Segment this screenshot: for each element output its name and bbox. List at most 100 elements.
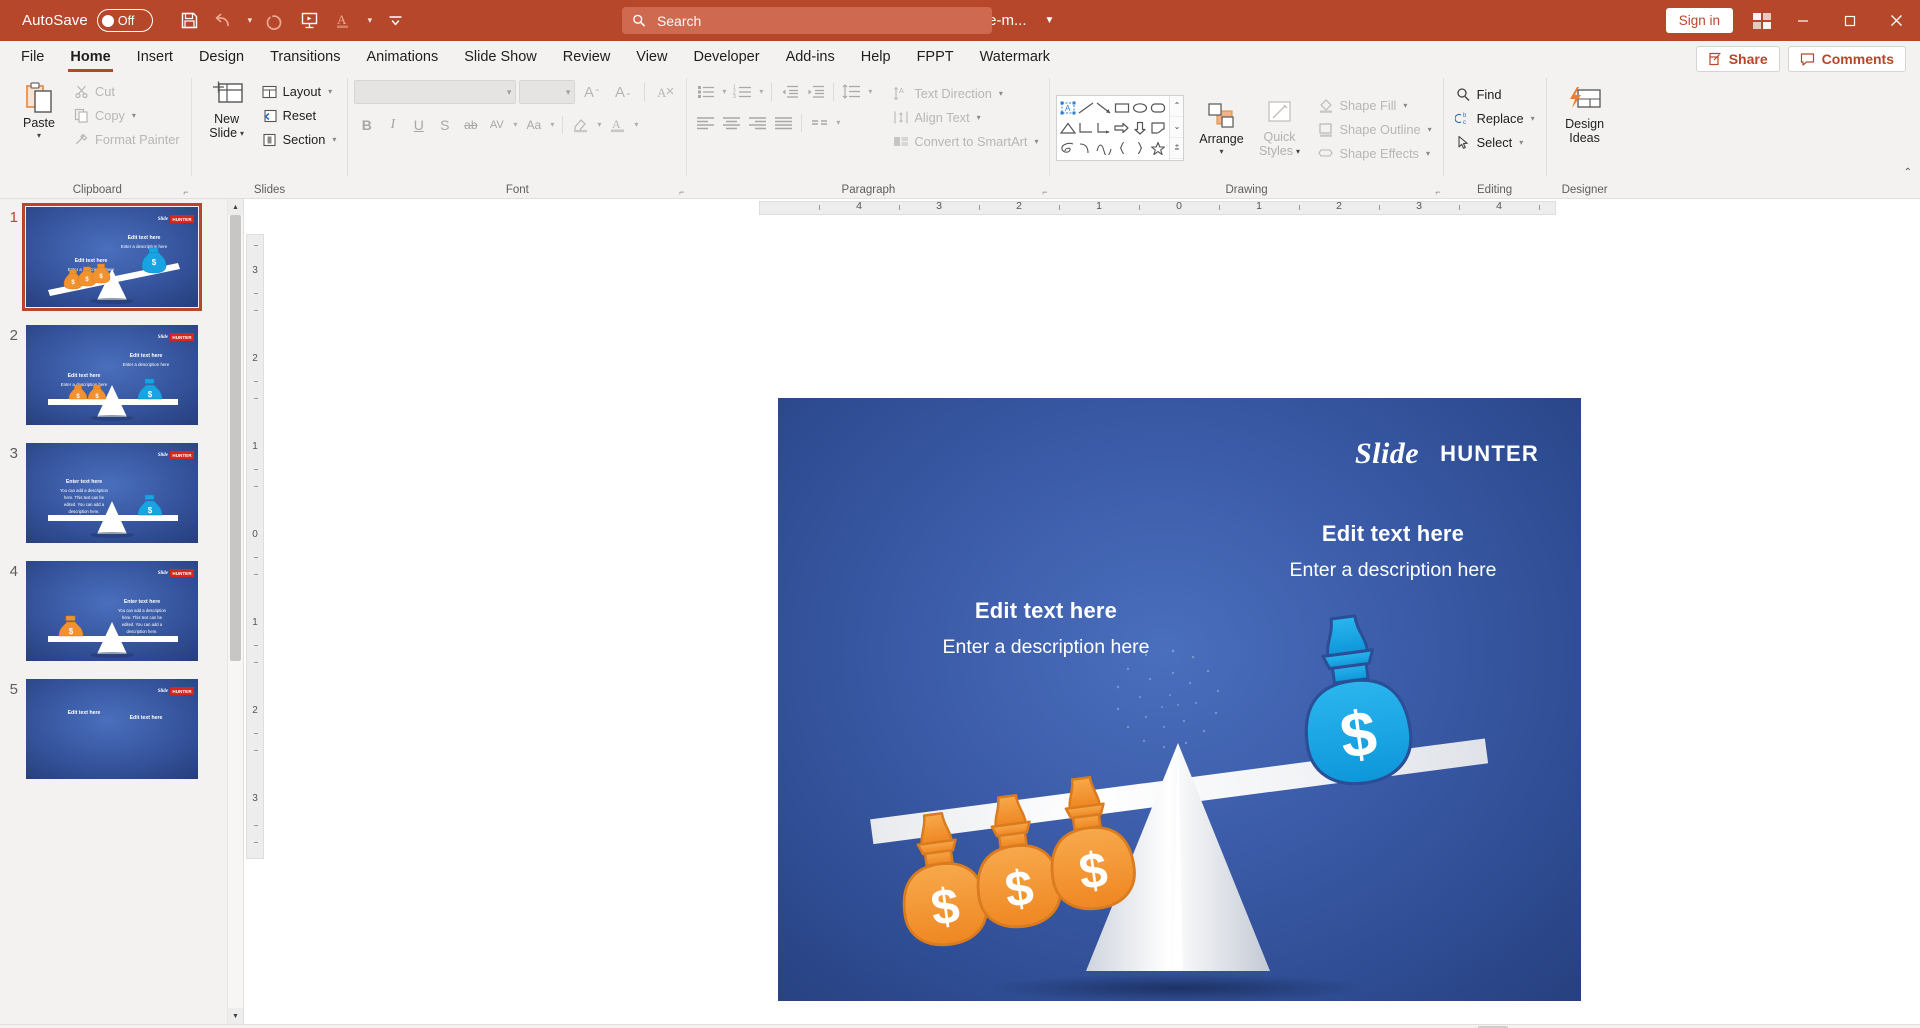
shape-rectangle-icon[interactable] (1113, 98, 1131, 118)
highlight-dropdown-icon[interactable]: ▾ (594, 120, 604, 129)
section-dropdown-icon[interactable]: ▾ (332, 135, 336, 144)
share-button[interactable]: Share (1695, 46, 1780, 72)
gallery-scroll-up-icon[interactable]: ⌃ (1170, 95, 1184, 117)
character-spacing-dropdown-icon[interactable]: ▾ (510, 120, 520, 129)
replace-dropdown-icon[interactable]: ▾ (1531, 114, 1535, 123)
shape-wave-icon[interactable] (1095, 138, 1113, 158)
shape-right-arrow-icon[interactable] (1113, 118, 1131, 138)
columns-button[interactable] (807, 110, 832, 135)
font-color-dropdown-icon[interactable]: ▾ (631, 120, 641, 129)
align-text-button[interactable]: Align Text ▾ (887, 106, 1043, 129)
shapes-gallery[interactable]: A ⌃ ⌄ ⩲ (1056, 94, 1185, 161)
tab-review[interactable]: Review (550, 41, 624, 72)
clear-formatting-button[interactable]: A (652, 79, 680, 105)
tab-watermark[interactable]: Watermark (967, 41, 1063, 72)
thumbnail-slide-4[interactable]: 4 Slide HUNTER Enter text here You can a… (0, 561, 227, 661)
tab-design[interactable]: Design (186, 41, 257, 72)
font-color-dropdown-icon[interactable]: ▾ (363, 6, 377, 36)
align-right-button[interactable] (745, 110, 770, 135)
gallery-more-icon[interactable]: ⩲ (1170, 138, 1184, 160)
copy-button[interactable]: Copy ▾ (68, 104, 185, 127)
quick-styles-button[interactable]: Quick Styles ▾ (1250, 97, 1308, 158)
increase-indent-button[interactable] (803, 79, 828, 104)
tab-transitions[interactable]: Transitions (257, 41, 353, 72)
cut-button[interactable]: Cut (68, 80, 185, 103)
replace-button[interactable]: bc Replace ▾ (1450, 107, 1540, 130)
tab-home[interactable]: Home (57, 41, 123, 72)
tab-file[interactable]: File (8, 41, 57, 72)
find-button[interactable]: Find (1450, 83, 1540, 106)
format-painter-button[interactable]: Format Painter (68, 128, 185, 151)
gallery-scroll-down-icon[interactable]: ⌄ (1170, 116, 1184, 139)
bullets-button[interactable] (693, 79, 718, 104)
vertical-ruler[interactable]: 3 2 1 0 1 2 3 (246, 234, 264, 859)
arrange-dropdown-icon[interactable]: ▾ (1219, 147, 1223, 156)
tab-slide-show[interactable]: Slide Show (451, 41, 550, 72)
shape-elbow-connector-icon[interactable] (1077, 118, 1095, 138)
change-case-button[interactable]: Aa (521, 112, 546, 137)
account-icon[interactable] (1745, 0, 1779, 41)
design-ideas-button[interactable]: Design Ideas (1553, 82, 1617, 145)
shape-rounded-rect-icon[interactable] (1149, 98, 1167, 118)
shape-effects-button[interactable]: Shape Effects ▾ (1312, 142, 1436, 165)
tab-fppt[interactable]: FPPT (904, 41, 967, 72)
decrease-indent-button[interactable] (777, 79, 802, 104)
shape-left-brace-icon[interactable] (1113, 138, 1131, 158)
arrange-button[interactable]: Arrange ▾ (1192, 99, 1250, 156)
thumbnail-image[interactable]: Slide HUNTER Enter text here You can add… (26, 561, 198, 661)
character-spacing-button[interactable]: AV (484, 112, 509, 137)
convert-to-smartart-button[interactable]: Convert to SmartArt ▾ (887, 130, 1043, 153)
layout-button[interactable]: Layout ▾ (256, 80, 342, 103)
search-box[interactable] (622, 7, 992, 34)
thumbnail-slide-5[interactable]: 5 Slide HUNTER Edit text here Edit text … (0, 679, 227, 779)
text-direction-dropdown-icon[interactable]: ▾ (999, 89, 1003, 98)
tab-add-ins[interactable]: Add-ins (773, 41, 848, 72)
shape-flowchart-icon[interactable] (1149, 118, 1167, 138)
shape-curve-icon[interactable] (1077, 138, 1095, 158)
font-size-combo[interactable]: ▾ (519, 80, 576, 104)
font-name-combo[interactable]: ▾ (354, 80, 517, 104)
start-presentation-icon[interactable] (295, 6, 325, 36)
shape-effects-dropdown-icon[interactable]: ▾ (1426, 149, 1430, 158)
new-slide-dropdown-icon[interactable]: ▾ (240, 127, 244, 140)
shape-right-brace-icon[interactable] (1131, 138, 1149, 158)
autosave-toggle[interactable]: Off (96, 9, 153, 32)
maximize-button[interactable] (1826, 0, 1873, 41)
undo-dropdown-icon[interactable]: ▾ (243, 6, 257, 36)
align-left-button[interactable] (693, 110, 718, 135)
underline-button[interactable]: U (406, 112, 431, 137)
new-slide-button[interactable]: New Slide ▾ (198, 77, 256, 140)
collapse-ribbon-icon[interactable]: ⌃ (1904, 167, 1912, 178)
bold-button[interactable]: B (354, 112, 379, 137)
quick-styles-dropdown-icon[interactable]: ▾ (1296, 145, 1300, 158)
scrollbar-thumb[interactable] (230, 215, 241, 661)
shape-elbow-arrow-icon[interactable] (1095, 118, 1113, 138)
slide-canvas[interactable]: Slide HUNTER Edit text here Enter a desc… (778, 398, 1581, 1001)
text-highlight-color-button[interactable] (568, 112, 593, 137)
slides-panel-scrollbar[interactable]: ▲ ▼ (227, 199, 243, 1024)
section-button[interactable]: Section ▾ (256, 128, 342, 151)
format-painter-icon[interactable]: A (329, 6, 359, 36)
shape-fill-button[interactable]: Shape Fill ▾ (1312, 94, 1436, 117)
undo-icon[interactable] (209, 6, 239, 36)
shape-oval-icon[interactable] (1131, 98, 1149, 118)
shapes-gallery-scroll[interactable]: ⌃ ⌄ ⩲ (1169, 95, 1184, 160)
font-color-button[interactable]: A (605, 112, 630, 137)
align-center-button[interactable] (719, 110, 744, 135)
bullets-dropdown-icon[interactable]: ▾ (719, 87, 729, 96)
italic-button[interactable]: I (380, 112, 405, 137)
justify-button[interactable] (771, 110, 796, 135)
decrease-font-size-button[interactable]: A ⌄ (609, 79, 637, 105)
horizontal-ruler[interactable]: 4 3 2 1 0 1 2 3 4 (266, 199, 1920, 217)
shape-down-arrow-icon[interactable] (1131, 118, 1149, 138)
thumbnail-slide-1[interactable]: 1 Slide HUNTER Edit text here Enter a de… (0, 203, 227, 311)
thumbnail-slide-3[interactable]: 3 Slide HUNTER Enter text here You can a… (0, 443, 227, 543)
line-spacing-button[interactable] (839, 79, 864, 104)
scroll-up-icon[interactable]: ▲ (228, 199, 243, 215)
shape-scribble-icon[interactable] (1059, 138, 1077, 158)
numbering-button[interactable]: 123 (730, 79, 755, 104)
thumbnail-image[interactable]: Slide HUNTER Edit text here Enter a desc… (26, 325, 198, 425)
shape-outline-button[interactable]: Shape Outline ▾ (1312, 118, 1436, 141)
title-dropdown-icon[interactable]: ▼ (1045, 15, 1055, 26)
change-case-dropdown-icon[interactable]: ▾ (547, 120, 557, 129)
